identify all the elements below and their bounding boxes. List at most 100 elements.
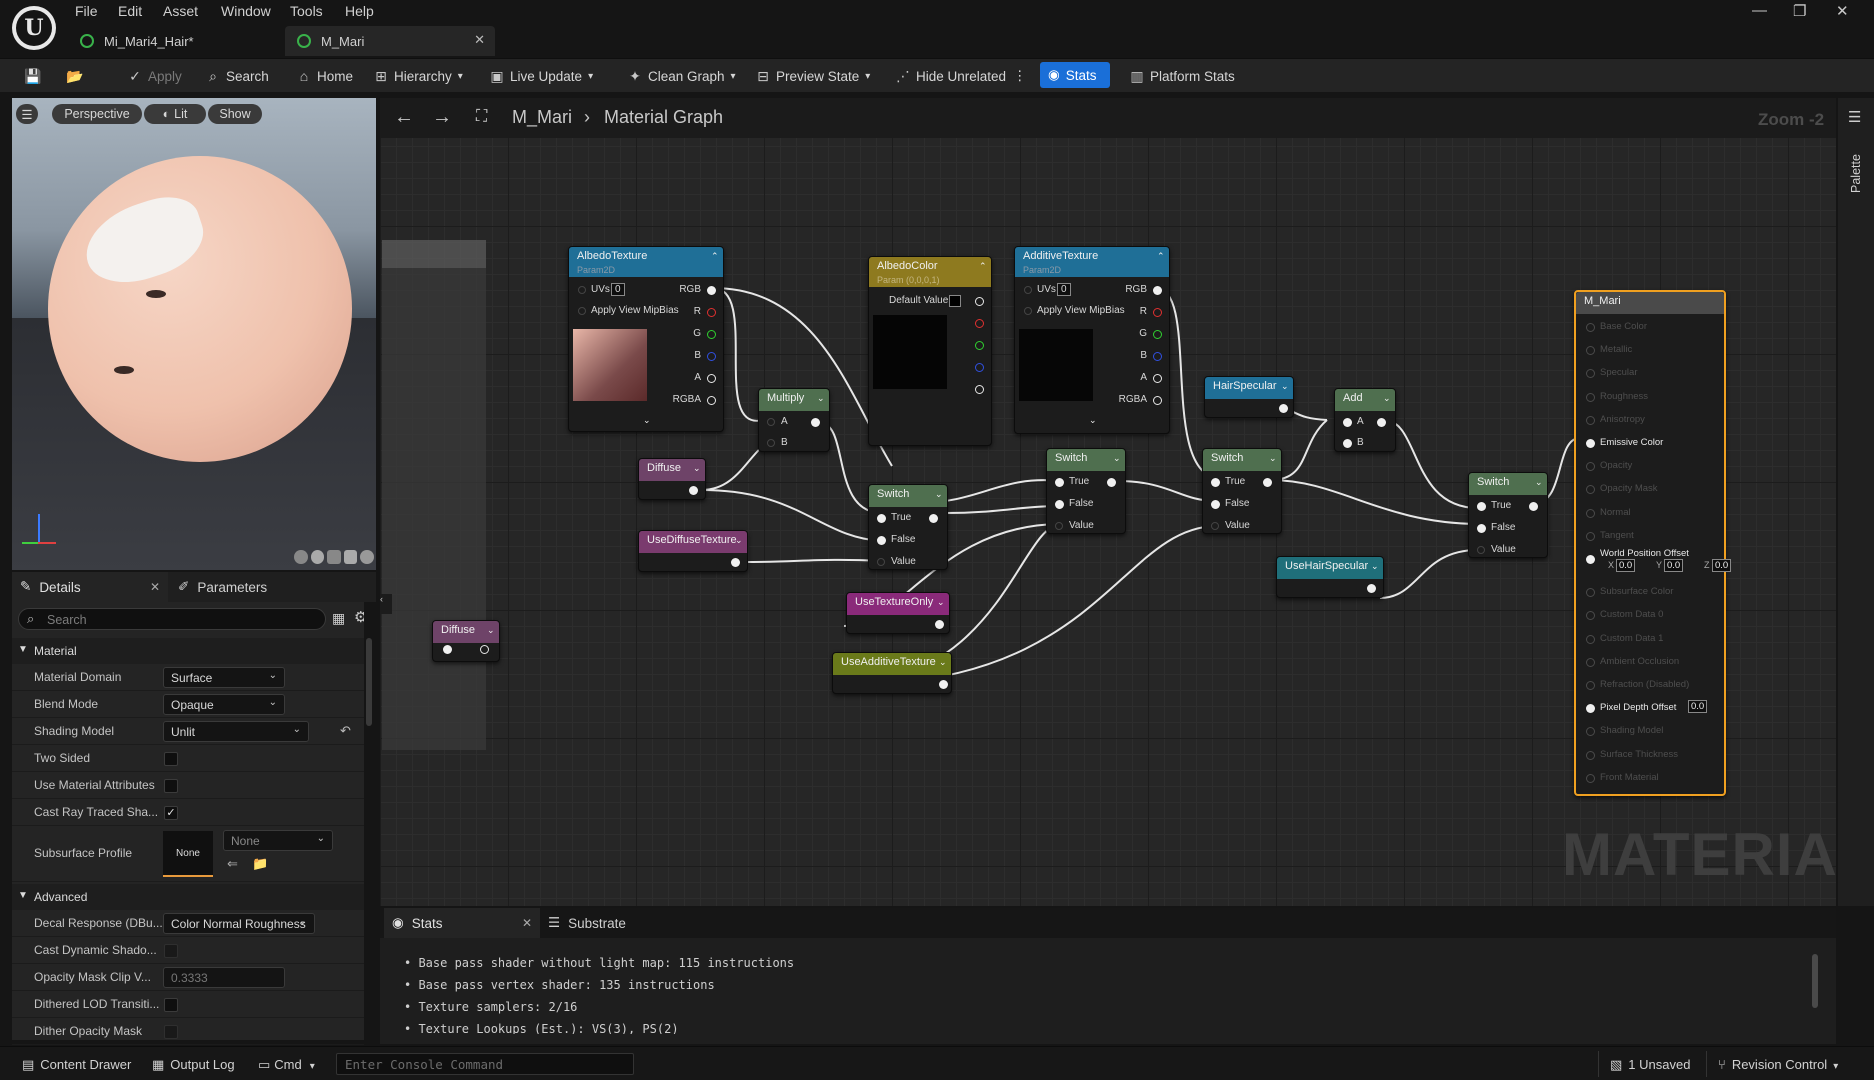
unsaved-button[interactable]: ▧ 1 Unsaved: [1610, 1057, 1690, 1073]
details-scrollbar[interactable]: [366, 638, 372, 726]
browse-icon[interactable]: 📂: [66, 65, 88, 87]
opacity-clip-input[interactable]: 0.3333: [163, 967, 285, 988]
show-button[interactable]: Show: [208, 104, 262, 124]
result-pin[interactable]: Normal: [1576, 504, 1724, 524]
node-add[interactable]: Add ⌄ A B: [1334, 388, 1396, 452]
pin-dot[interactable]: [1586, 531, 1595, 541]
browse-folder-icon[interactable]: 📁: [252, 856, 268, 872]
preview-mesh-buttons[interactable]: [294, 550, 374, 566]
pin-dot[interactable]: [1586, 681, 1595, 690]
console-input[interactable]: Enter Console Command: [336, 1053, 634, 1075]
pin-dot[interactable]: [1586, 369, 1595, 379]
menu-file[interactable]: File: [75, 3, 98, 19]
pin-dot[interactable]: [1586, 323, 1595, 332]
unreal-logo-icon[interactable]: U: [12, 6, 56, 50]
hierarchy-button[interactable]: ⊞ Hierarchy ▾: [372, 65, 463, 87]
pin-dot[interactable]: [1586, 727, 1595, 737]
menu-asset[interactable]: Asset: [163, 3, 198, 19]
wpo-value-input[interactable]: 0.0: [1712, 559, 1732, 572]
pin-dot[interactable]: [1586, 555, 1595, 564]
pin-dot[interactable]: [1586, 462, 1595, 472]
use-selected-icon[interactable]: ⇐: [227, 856, 238, 872]
content-drawer-button[interactable]: ▤ Content Drawer: [22, 1057, 131, 1073]
preview-state-button[interactable]: ⊟ Preview State ▾: [754, 65, 870, 87]
pin-dot[interactable]: [1586, 750, 1595, 760]
pin-dot[interactable]: [1586, 508, 1595, 518]
palette-menu-icon[interactable]: ☰: [1848, 108, 1861, 126]
pin-dot[interactable]: [1586, 392, 1595, 402]
tab-details[interactable]: ✎ Details ✕: [12, 572, 168, 602]
two-sided-checkbox[interactable]: [164, 752, 178, 766]
close-stats-icon[interactable]: ✕: [522, 916, 532, 930]
pin-dot[interactable]: [1586, 439, 1595, 448]
close-details-icon[interactable]: ✕: [150, 580, 160, 594]
details-search[interactable]: ⌕ Search: [18, 608, 326, 630]
dither-opacity-checkbox[interactable]: [164, 1025, 178, 1039]
menu-help[interactable]: Help: [345, 3, 374, 19]
node-use-texture-only[interactable]: UseTextureOnly ⌄: [846, 592, 950, 634]
preview-viewport[interactable]: ☰ Perspective ◐ Lit Show: [12, 98, 376, 570]
menu-tools[interactable]: Tools: [290, 3, 323, 19]
result-pin[interactable]: Roughness: [1576, 388, 1724, 408]
revision-control-button[interactable]: ⑂ Revision Control ▾: [1718, 1057, 1838, 1072]
palette-tab[interactable]: Palette: [1849, 154, 1863, 193]
cast-dynamic-checkbox[interactable]: [164, 944, 178, 958]
cmd-select[interactable]: ▭ Cmd ▾: [258, 1057, 315, 1073]
home-button[interactable]: ⌂ Home: [295, 65, 353, 87]
result-pin[interactable]: Metallic: [1576, 341, 1724, 361]
collapse-arrow-icon[interactable]: ‹: [380, 594, 392, 614]
pin-dot[interactable]: [1586, 704, 1595, 714]
result-pin[interactable]: Tangent: [1576, 527, 1724, 547]
tab-stats[interactable]: ◉ Stats ✕: [384, 908, 540, 938]
section-advanced[interactable]: ▼ Advanced: [12, 884, 364, 910]
pdo-value-input[interactable]: 0.0: [1688, 700, 1708, 714]
subsurface-profile-select[interactable]: None ⌄: [223, 830, 333, 851]
result-pin[interactable]: Ambient Occlusion: [1576, 653, 1724, 673]
decal-response-select[interactable]: Color Normal Roughness ⌄: [163, 913, 315, 934]
shading-model-select[interactable]: Unlit ⌄: [163, 721, 309, 742]
reset-icon[interactable]: ↶: [340, 723, 351, 739]
result-pin[interactable]: Refraction (Disabled): [1576, 676, 1724, 696]
node-use-hair-specular[interactable]: UseHairSpecular ⌄: [1276, 556, 1384, 598]
minimize-icon[interactable]: —: [1752, 2, 1767, 19]
platform-stats-button[interactable]: ▥ Platform Stats: [1128, 65, 1234, 87]
restore-icon[interactable]: ❐: [1793, 2, 1806, 20]
settings-gear-icon[interactable]: ⚙: [354, 608, 364, 626]
stats-button[interactable]: ◉ Stats: [1040, 62, 1110, 88]
viewport-menu-icon[interactable]: ☰: [16, 104, 38, 124]
node-diffuse-2[interactable]: Diffuse ⌄: [432, 620, 500, 662]
node-albedo-texture[interactable]: AlbedoTexture Param2D ⌃ UVs 0 Apply View…: [568, 246, 724, 432]
wpo-value-input[interactable]: 0.0: [1664, 559, 1684, 572]
pin-dot[interactable]: [1586, 611, 1595, 621]
tab-parameters[interactable]: ✐ Parameters: [178, 572, 267, 602]
pin-dot[interactable]: [1586, 634, 1595, 644]
stats-scrollbar[interactable]: [1812, 954, 1818, 1008]
cast-ray-traced-checkbox[interactable]: ✓: [164, 806, 178, 820]
node-switch-4[interactable]: Switch ⌄ True False Value: [1468, 472, 1548, 558]
tab-m-mari[interactable]: M_Mari ✕: [285, 26, 495, 56]
close-window-icon[interactable]: ✕: [1836, 2, 1849, 20]
result-pin[interactable]: Pixel Depth Offset 0.0: [1576, 699, 1724, 719]
lit-button[interactable]: ◐ Lit: [144, 104, 206, 124]
node-albedo-color[interactable]: AlbedoColor Param (0,0,0,1) ⌃ Default Va…: [868, 256, 992, 446]
node-additive-texture[interactable]: AdditiveTexture Param2D ⌃ UVs 0 Apply Vi…: [1014, 246, 1170, 434]
result-pin[interactable]: World Position Offset X 0.0 Y 0.0 Z 0.0: [1576, 548, 1732, 572]
result-pin[interactable]: Subsurface Color: [1576, 583, 1724, 603]
result-pin[interactable]: Custom Data 1: [1576, 630, 1724, 650]
output-log-button[interactable]: ▦ Output Log: [152, 1057, 235, 1073]
result-pin[interactable]: Emissive Color: [1576, 434, 1724, 454]
result-pin[interactable]: Front Material: [1576, 769, 1724, 789]
node-diffuse-1[interactable]: Diffuse ⌄: [638, 458, 706, 500]
breadcrumb-graph[interactable]: Material Graph: [604, 107, 723, 128]
node-multiply[interactable]: Multiply ⌄ A B: [758, 388, 830, 452]
perspective-button[interactable]: Perspective: [52, 104, 142, 124]
node-use-diffuse-texture[interactable]: UseDiffuseTexture ⌄: [638, 530, 748, 572]
tab-substrate[interactable]: ☰ Substrate: [548, 908, 626, 938]
pin-dot[interactable]: [1586, 485, 1595, 495]
subsurface-thumbnail[interactable]: None: [163, 831, 213, 877]
result-pin[interactable]: Opacity Mask: [1576, 480, 1724, 500]
dithered-lod-checkbox[interactable]: [164, 998, 178, 1012]
node-use-additive-texture[interactable]: UseAdditiveTexture ⌄: [832, 652, 952, 694]
material-domain-select[interactable]: Surface ⌄: [163, 667, 285, 688]
pin-dot[interactable]: [1586, 657, 1595, 667]
